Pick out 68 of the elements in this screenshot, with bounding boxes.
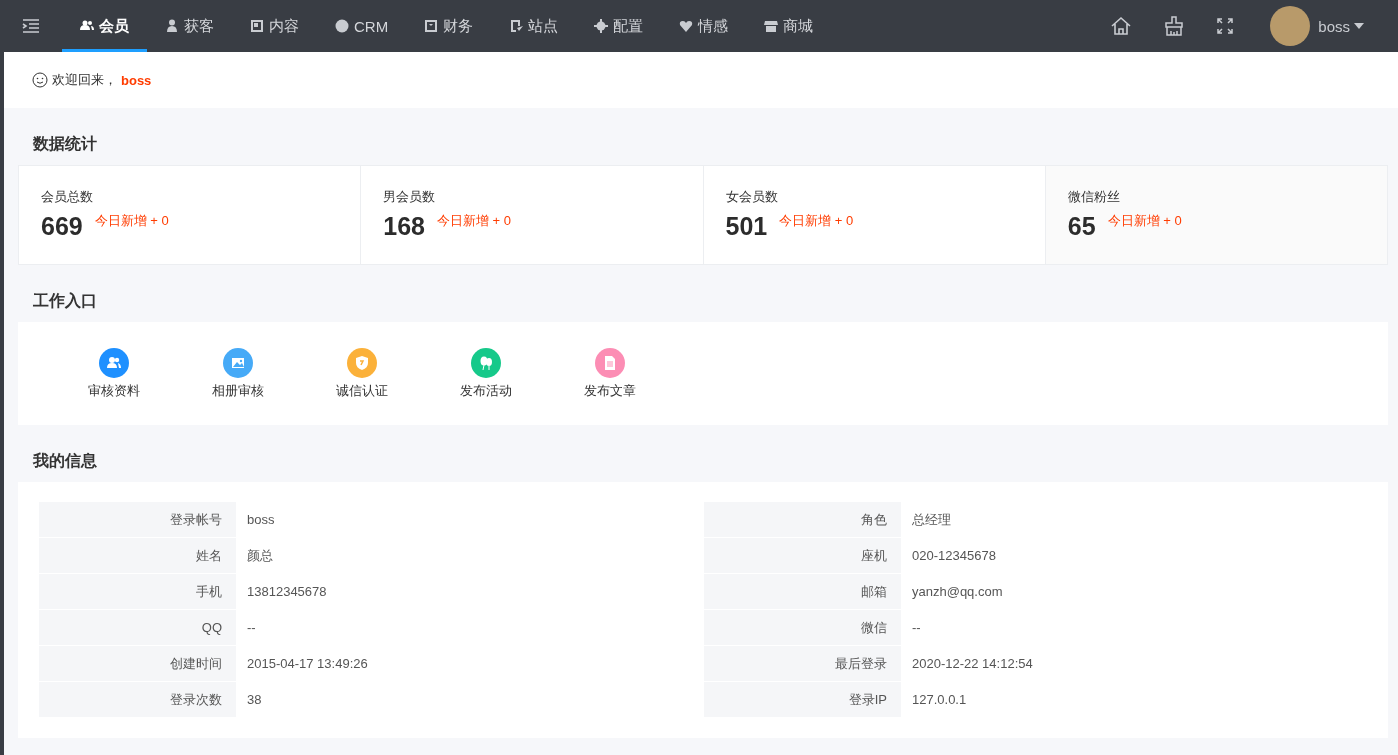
nav-tab[interactable]: 情感	[661, 0, 747, 52]
stat-label: 会员总数	[41, 188, 94, 206]
person-icon	[165, 19, 179, 33]
stat-value: 168	[383, 212, 425, 241]
stat-label: 微信粉丝	[1067, 188, 1121, 206]
today-new-count: 今日新增 + 0	[779, 212, 854, 230]
heart-icon	[679, 19, 694, 33]
work-entry[interactable]: 发布文章	[548, 347, 672, 400]
field-label: 创建时间	[39, 646, 236, 681]
field-label: 最后登录	[704, 646, 901, 681]
field-label: 姓名	[39, 538, 236, 573]
nav-tab[interactable]: 财务	[406, 0, 492, 52]
field-value: 38	[246, 691, 263, 709]
window-icon	[250, 19, 264, 33]
stat-value: 669	[41, 212, 83, 241]
home-icon[interactable]	[1110, 15, 1133, 37]
field-value: yanzh@qq.com	[911, 583, 1004, 601]
field-label: 登录次数	[39, 682, 236, 717]
today-new-count: 今日新增 + 0	[436, 212, 511, 230]
members-icon	[80, 19, 94, 33]
field-value: 2015-04-17 13:49:26	[246, 655, 369, 673]
stat-label: 女会员数	[725, 188, 779, 206]
section-title: 数据统计	[32, 134, 98, 154]
field-value: 总经理	[911, 511, 952, 529]
field-label: 微信	[704, 610, 901, 645]
field-value: 颜总	[246, 547, 274, 565]
today-new-count: 今日新增 + 0	[1107, 212, 1182, 230]
field-value: --	[911, 619, 922, 637]
caret-icon[interactable]	[1354, 23, 1364, 29]
nav-tab[interactable]: 内容	[232, 0, 317, 52]
section-title: 工作入口	[32, 291, 98, 311]
nav-tab[interactable]: 商城	[746, 0, 832, 52]
today-new-count: 今日新增 + 0	[94, 212, 169, 230]
field-value: --	[246, 619, 257, 637]
smiley-icon	[32, 72, 48, 88]
field-label: 登录IP	[704, 682, 901, 717]
work-entry[interactable]: 审核资料	[52, 347, 176, 400]
field-label: 角色	[704, 502, 901, 537]
field-value: 13812345678	[246, 583, 328, 601]
field-value: 127.0.0.1	[911, 691, 968, 709]
work-entry[interactable]: 相册审核	[176, 347, 300, 400]
nav-tab[interactable]: 配置	[576, 0, 662, 52]
broom-icon[interactable]	[1164, 15, 1185, 37]
work-entry[interactable]: 诚信认证	[300, 347, 424, 400]
fullscreen-icon[interactable]	[1216, 17, 1235, 35]
stat-value: 65	[1067, 212, 1096, 241]
field-label: 手机	[39, 574, 236, 609]
field-label: 邮箱	[704, 574, 901, 609]
field-label: 登录帐号	[39, 502, 236, 537]
nav-tab[interactable]: 站点	[491, 0, 577, 52]
welcome-text: 欢迎回来，	[52, 71, 117, 89]
field-value: 020-12345678	[911, 547, 997, 565]
welcome-username: boss	[121, 72, 152, 88]
user-menu[interactable]: boss	[1318, 17, 1350, 35]
menu-icon[interactable]	[22, 19, 40, 33]
field-value: 2020-12-22 14:12:54	[911, 655, 1034, 673]
stat-label: 男会员数	[383, 188, 437, 206]
section-title: 我的信息	[32, 451, 98, 471]
stat-value: 501	[725, 212, 768, 241]
store-icon	[764, 19, 779, 33]
field-label: 座机	[704, 538, 901, 573]
field-value: boss	[246, 511, 276, 529]
nav-tab[interactable]: 获客	[147, 0, 232, 52]
field-label: QQ	[39, 610, 236, 645]
avatar[interactable]	[1270, 6, 1311, 46]
nav-tab[interactable]: CRM	[317, 0, 407, 52]
work-entry[interactable]: 发布活动	[424, 347, 548, 400]
checked-page-icon	[509, 19, 524, 33]
